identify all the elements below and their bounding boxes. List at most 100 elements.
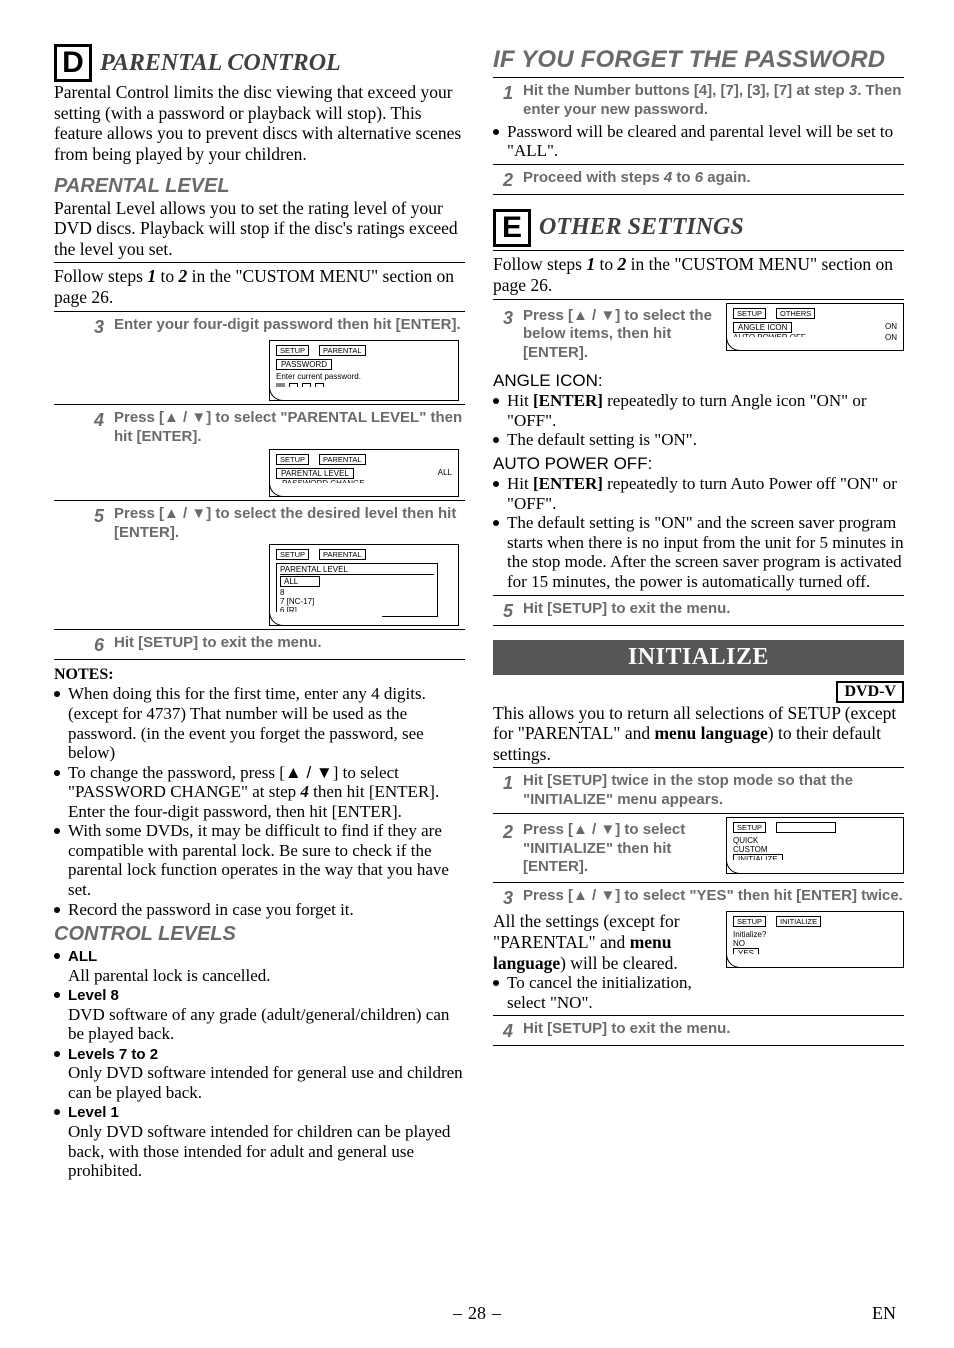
osdI2-init: INITIALIZE <box>776 916 821 927</box>
osdI2-q: Initialize? <box>733 930 897 939</box>
section-e-header: E OTHER SETTINGS <box>493 209 904 247</box>
osd-curve <box>726 860 832 874</box>
n2-a: To change the password, press [ <box>68 763 285 782</box>
step-5-text: Press [▲ / ▼] to select the desired leve… <box>114 505 465 543</box>
olead-b: to <box>595 254 617 274</box>
step-3-num: 3 <box>84 316 104 338</box>
is3-b: ] to select "YES" then hit [ENTER] twice… <box>615 887 903 904</box>
olead-1: 1 <box>586 254 595 274</box>
divider <box>493 767 904 768</box>
init-step-2-row: 2 Press [▲ / ▼] to select "INITIALIZE" t… <box>493 817 904 879</box>
osd3-r2: 8 <box>280 588 434 597</box>
ctrl-l8-label: Level 8 <box>68 987 119 1004</box>
two-column-layout: D PARENTAL CONTROL Parental Control limi… <box>54 40 904 1181</box>
step-5-num: 5 <box>84 505 104 527</box>
angle-bullets: Hit [ENTER] repeatedly to turn Angle ico… <box>493 391 904 450</box>
osd2-tab-parental: PARENTAL <box>319 454 365 465</box>
init-step-1: 1 Hit [SETUP] twice in the stop mode so … <box>493 772 904 810</box>
fs2-b: again. <box>703 169 751 186</box>
initialize-banner: INITIALIZE <box>493 640 904 675</box>
notes-list: When doing this for the first time, ente… <box>54 684 465 919</box>
updown-icon: ▲ / ▼ <box>573 887 615 904</box>
divider <box>54 629 465 630</box>
divider <box>493 625 904 626</box>
s4-a: Press [ <box>114 409 164 426</box>
divider <box>493 164 904 165</box>
divider <box>54 262 465 263</box>
osdI1-custom: CUSTOM <box>733 845 897 854</box>
osd2-parental-level: PARENTAL LEVEL <box>276 468 354 479</box>
osd2-tab-setup: SETUP <box>276 454 309 465</box>
updown-icon: ▲ / ▼ <box>573 307 615 324</box>
angle-b2: The default setting is "ON". <box>493 430 904 450</box>
os3-a: Press [ <box>523 307 573 324</box>
step-3: 3 Enter your four-digit password then hi… <box>54 316 465 338</box>
divider <box>54 500 465 501</box>
divider <box>54 311 465 312</box>
fs1-text: Hit the Number buttons [4], [7], [3], [7… <box>523 82 904 120</box>
osdI2-no: NO <box>733 939 897 948</box>
angle-icon-heading: ANGLE ICON: <box>493 371 904 391</box>
init-clear-note: All the settings (except for "PARENTAL" … <box>493 911 718 973</box>
step-4-num: 4 <box>84 409 104 431</box>
osdI2-setup: SETUP <box>733 916 766 927</box>
divider <box>493 1015 904 1016</box>
updown-icon: ▲ / ▼ <box>164 505 206 522</box>
other-step3-row: 3 Press [▲ / ▼] to select the below item… <box>493 303 904 365</box>
osd3-r3: 7 [NC-17] <box>280 597 434 606</box>
is4-text: Hit [SETUP] to exit the menu. <box>523 1020 904 1039</box>
dash-r: – <box>492 1303 501 1324</box>
step-4-text: Press [▲ / ▼] to select "PARENTAL LEVEL"… <box>114 409 465 447</box>
init-step-4: 4 Hit [SETUP] to exit the menu. <box>493 1020 904 1042</box>
ctrl-l1-label: Level 1 <box>68 1104 119 1121</box>
ctrl-all-label: ALL <box>68 948 97 965</box>
osd1-password-box: PASSWORD <box>276 359 332 370</box>
notes-heading: NOTES: <box>54 666 465 684</box>
olead-a: Follow steps <box>493 254 586 274</box>
osd3-tab-parental: PARENTAL <box>319 549 365 560</box>
divider <box>493 194 904 195</box>
step-3-text: Enter your four-digit password then hit … <box>114 316 465 335</box>
angle-b1: Hit [ENTER] repeatedly to turn Angle ico… <box>493 391 904 430</box>
step-4: 4 Press [▲ / ▼] to select "PARENTAL LEVE… <box>54 409 465 447</box>
divider <box>493 813 904 814</box>
ctrl-l72: Levels 7 to 2 Only DVD software intended… <box>54 1044 465 1103</box>
apo-b2: The default setting is "ON" and the scre… <box>493 513 904 591</box>
other-step-5: 5 Hit [SETUP] to exit the menu. <box>493 600 904 622</box>
other-lead: Follow steps 1 to 2 in the "CUSTOM MENU"… <box>493 254 904 296</box>
os3-text: Press [▲ / ▼] to select the below items,… <box>523 307 718 363</box>
lead-a: Follow steps <box>54 266 147 286</box>
updown-icon: ▲ / ▼ <box>285 763 333 782</box>
osd-curve <box>269 483 382 497</box>
ctrl-l8-desc: DVD software of any grade (adult/general… <box>68 1005 465 1044</box>
parental-level-body: Parental Level allows you to set the rat… <box>54 198 465 260</box>
lead-2: 2 <box>178 266 187 286</box>
fs1-n: 3 <box>849 82 857 99</box>
is1-num: 1 <box>493 772 513 794</box>
fs2-4: 4 <box>664 169 672 186</box>
init-cancel: To cancel the initialization, select "NO… <box>493 973 718 1012</box>
osd-password: SETUP PARENTAL PASSWORD Enter current pa… <box>269 340 459 401</box>
apo-heading: AUTO POWER OFF: <box>493 454 904 474</box>
os5-text: Hit [SETUP] to exit the menu. <box>523 600 904 619</box>
is3-num: 3 <box>493 887 513 909</box>
is2-a: Press [ <box>523 821 573 838</box>
is3-a: Press [ <box>523 887 573 904</box>
is1-text: Hit [SETUP] twice in the stop mode so th… <box>523 772 904 810</box>
step-6-text: Hit [SETUP] to exit the menu. <box>114 634 465 653</box>
fs2-6: 6 <box>695 169 703 186</box>
osd-init-confirm: SETUP INITIALIZE Initialize? NO YES <box>726 911 904 968</box>
note-2: To change the password, press [▲ / ▼] to… <box>54 763 465 822</box>
divider <box>493 77 904 78</box>
ctrl-l1: Level 1 Only DVD software intended for c… <box>54 1102 465 1180</box>
left-column: D PARENTAL CONTROL Parental Control limi… <box>54 40 465 1181</box>
osd-curve <box>269 387 382 401</box>
divider <box>54 404 465 405</box>
osdO-tab-others: OTHERS <box>776 308 815 319</box>
forgot-step-1: 1 Hit the Number buttons [4], [7], [3], … <box>493 82 904 120</box>
osdO-angle: ANGLE ICON <box>733 322 792 333</box>
osd-others: SETUP OTHERS ANGLE ICONON AUTO POWER OFF… <box>726 303 904 351</box>
osd3-all: ALL <box>280 576 320 587</box>
osd-level-list: SETUP PARENTAL PARENTAL LEVEL ALL 8 7 [N… <box>269 544 459 626</box>
fs1-num: 1 <box>493 82 513 104</box>
